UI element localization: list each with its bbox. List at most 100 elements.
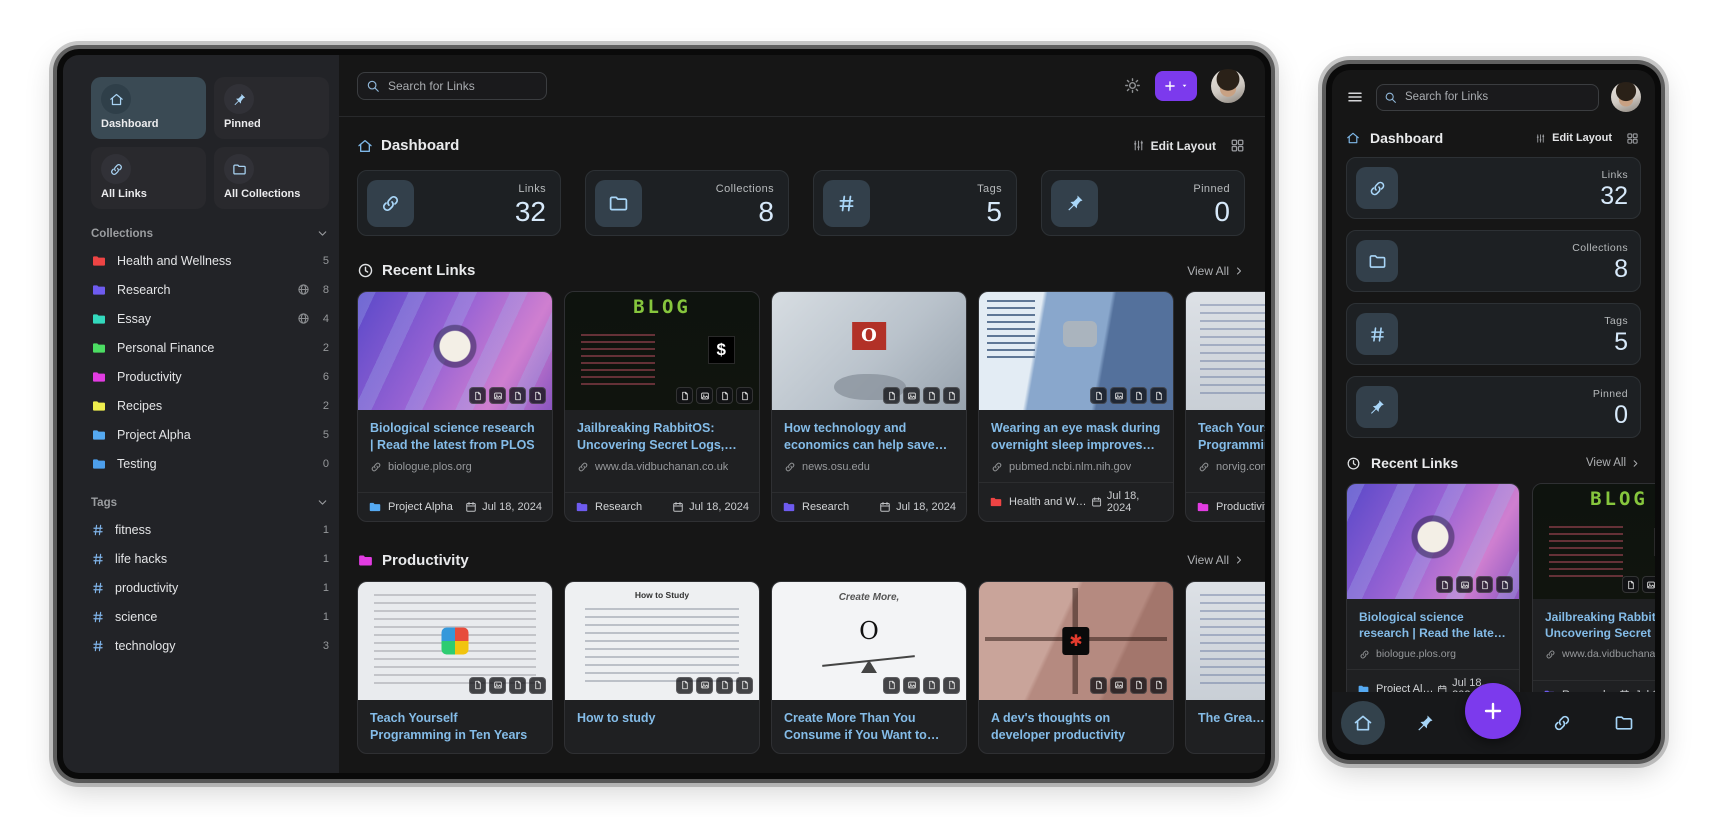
link-title[interactable]: How to study [577, 710, 747, 727]
search-box [357, 72, 547, 100]
stat-card-collections[interactable]: Collections8 [585, 170, 789, 236]
link-card[interactable]: Wearing an eye mask during overnight sle… [978, 291, 1174, 522]
link-card[interactable]: How to Study How to study [564, 581, 760, 754]
view-all-recent[interactable]: View All [1187, 264, 1245, 278]
sidebar-nav-tile[interactable]: Dashboard [91, 77, 206, 139]
mobile-app-window: Dashboard Edit Layout Links32 Collection… [1332, 70, 1655, 754]
link-card[interactable]: Create More, O Create More T [771, 581, 967, 754]
hamburger-menu-icon[interactable] [1346, 88, 1364, 106]
avatar[interactable] [1211, 69, 1245, 103]
link-title[interactable]: How technology and economics can help sa… [784, 420, 954, 454]
mobile-search-box [1376, 84, 1599, 111]
link-title[interactable]: Jailbreaking RabbitOS: Uncovering Secret… [1545, 609, 1655, 641]
stat-card-tags[interactable]: Tags5 [813, 170, 1017, 236]
stat-card-collections[interactable]: Collections8 [1346, 230, 1641, 292]
sidebar-nav-tile[interactable]: All Collections [214, 147, 329, 209]
filetype-image-icon [1642, 576, 1655, 593]
filetype-readable-icon [529, 387, 546, 404]
sidebar-item-collection[interactable]: Health and Wellness 5 [91, 246, 329, 275]
tags-header[interactable]: Tags [91, 496, 329, 509]
add-link-fab[interactable] [1465, 683, 1521, 739]
link-url[interactable]: biologue.plos.org [370, 461, 540, 473]
sidebar-nav-tile[interactable]: All Links [91, 147, 206, 209]
link-url[interactable]: news.osu.edu [784, 461, 954, 473]
sidebar-item-collection[interactable]: Project Alpha 5 [91, 420, 329, 449]
filetype-readable-icon [529, 677, 546, 694]
view-all-recent[interactable]: View All [1586, 457, 1641, 469]
link-card[interactable]: BLOG $ Jailbreaking RabbitOS: Uncovering… [1532, 483, 1655, 709]
link-title[interactable]: Teach Yourself Programming in Ten Years [370, 710, 540, 744]
collections-header[interactable]: Collections [91, 227, 329, 240]
sidebar-item-tag[interactable]: productivity 1 [91, 573, 329, 602]
link-url[interactable]: pubmed.ncbi.nlm.nih.gov [991, 461, 1161, 473]
link-collection[interactable]: Health and Well… [989, 495, 1091, 509]
link-url[interactable]: www.da.vidbuchanan.co.uk [577, 461, 747, 473]
sidebar-item-tag[interactable]: science 1 [91, 602, 329, 631]
filetype-html-icon [883, 387, 900, 404]
nav-pinned-icon[interactable] [1403, 701, 1447, 745]
link-collection[interactable]: Project Alpha [368, 500, 453, 514]
view-all-productivity[interactable]: View All [1187, 553, 1245, 567]
chevron-down-icon[interactable] [316, 496, 329, 509]
link-title[interactable]: Biological science research | Read the l… [370, 420, 540, 454]
sidebar-item-tag[interactable]: fitness 1 [91, 515, 329, 544]
nav-links-icon[interactable] [1540, 701, 1584, 745]
link-card[interactable]: The Grea… Hack: Le… [1185, 581, 1265, 754]
sidebar-item-collection[interactable]: Productivity 6 [91, 362, 329, 391]
link-icon [991, 461, 1003, 473]
stat-card-pinned[interactable]: Pinned0 [1041, 170, 1245, 236]
layout-grid-icon[interactable] [1626, 132, 1641, 145]
layout-grid-icon[interactable] [1230, 138, 1245, 153]
link-card[interactable]: O How technology and economics can help … [771, 291, 967, 522]
link-card[interactable]: Biological science research | Read the l… [1346, 483, 1520, 709]
link-title[interactable]: Jailbreaking RabbitOS: Uncovering Secret… [577, 420, 747, 454]
link-title[interactable]: The Grea… Hack: Le… [1198, 710, 1265, 727]
sidebar-item-tag[interactable]: life hacks 1 [91, 544, 329, 573]
link-icon [784, 461, 796, 473]
avatar[interactable] [1611, 82, 1641, 112]
link-card[interactable]: Teach Yourself Programming in Ten Years … [1185, 291, 1265, 522]
link-title[interactable]: Create More Than You Consume if You Want… [784, 710, 954, 744]
link-card[interactable]: ✱ A dev's thoughts on developer producti… [978, 581, 1174, 754]
chevron-right-icon [1233, 265, 1245, 277]
stat-card-links[interactable]: Links32 [357, 170, 561, 236]
sidebar-nav-tile[interactable]: Pinned [214, 77, 329, 139]
sidebar-item-collection[interactable]: Essay 4 [91, 304, 329, 333]
sidebar-item-collection[interactable]: Research 8 [91, 275, 329, 304]
filetype-chips [1622, 576, 1655, 593]
productivity-links-row: Teach Yourself Programming in Ten Years … [357, 581, 1265, 754]
sidebar-item-tag[interactable]: technology 3 [91, 631, 329, 660]
chevron-down-icon[interactable] [316, 227, 329, 240]
edit-layout-button[interactable]: Edit Layout [1132, 139, 1216, 153]
nav-home-icon[interactable] [1341, 701, 1385, 745]
sidebar-item-collection[interactable]: Recipes 2 [91, 391, 329, 420]
link-url[interactable]: www.da.vidbuchanan.co.uk [1545, 648, 1655, 660]
link-collection[interactable]: Research [782, 500, 849, 514]
link-title[interactable]: Biological science research | Read the l… [1359, 609, 1507, 641]
link-card[interactable]: Teach Yourself Programming in Ten Years [357, 581, 553, 754]
link-url[interactable]: biologue.plos.org [1359, 648, 1507, 660]
link-title[interactable]: Teach Yourself Programming in Ten Years [1198, 420, 1265, 454]
stat-card-links[interactable]: Links32 [1346, 157, 1641, 219]
link-url[interactable]: norvig.com [1198, 461, 1265, 473]
nav-collections-icon[interactable] [1602, 701, 1646, 745]
filetype-image-icon [489, 387, 506, 404]
add-link-button[interactable] [1155, 71, 1197, 101]
mobile-search-input[interactable] [1376, 84, 1599, 111]
stat-card-tags[interactable]: Tags5 [1346, 303, 1641, 365]
sidebar-item-collection[interactable]: Personal Finance 2 [91, 333, 329, 362]
link-thumbnail: ✱ [979, 582, 1173, 700]
link-card[interactable]: Biological science research | Read the l… [357, 291, 553, 522]
filetype-image-icon [1456, 576, 1473, 593]
stat-card-pinned[interactable]: Pinned0 [1346, 376, 1641, 438]
mobile-edit-layout-button[interactable]: Edit Layout [1535, 132, 1612, 144]
link-collection[interactable]: Research [575, 500, 642, 514]
link-collection[interactable]: Productivity [1196, 500, 1265, 514]
theme-toggle-sun-icon[interactable] [1124, 77, 1141, 94]
link-title[interactable]: Wearing an eye mask during overnight sle… [991, 420, 1161, 454]
sidebar-item-collection[interactable]: Testing 0 [91, 449, 329, 478]
link-title[interactable]: A dev's thoughts on developer productivi… [991, 710, 1161, 744]
search-input[interactable] [357, 72, 547, 100]
link-card[interactable]: BLOG $ Jailbreaking RabbitOS [564, 291, 760, 522]
link-icon [1359, 649, 1370, 660]
